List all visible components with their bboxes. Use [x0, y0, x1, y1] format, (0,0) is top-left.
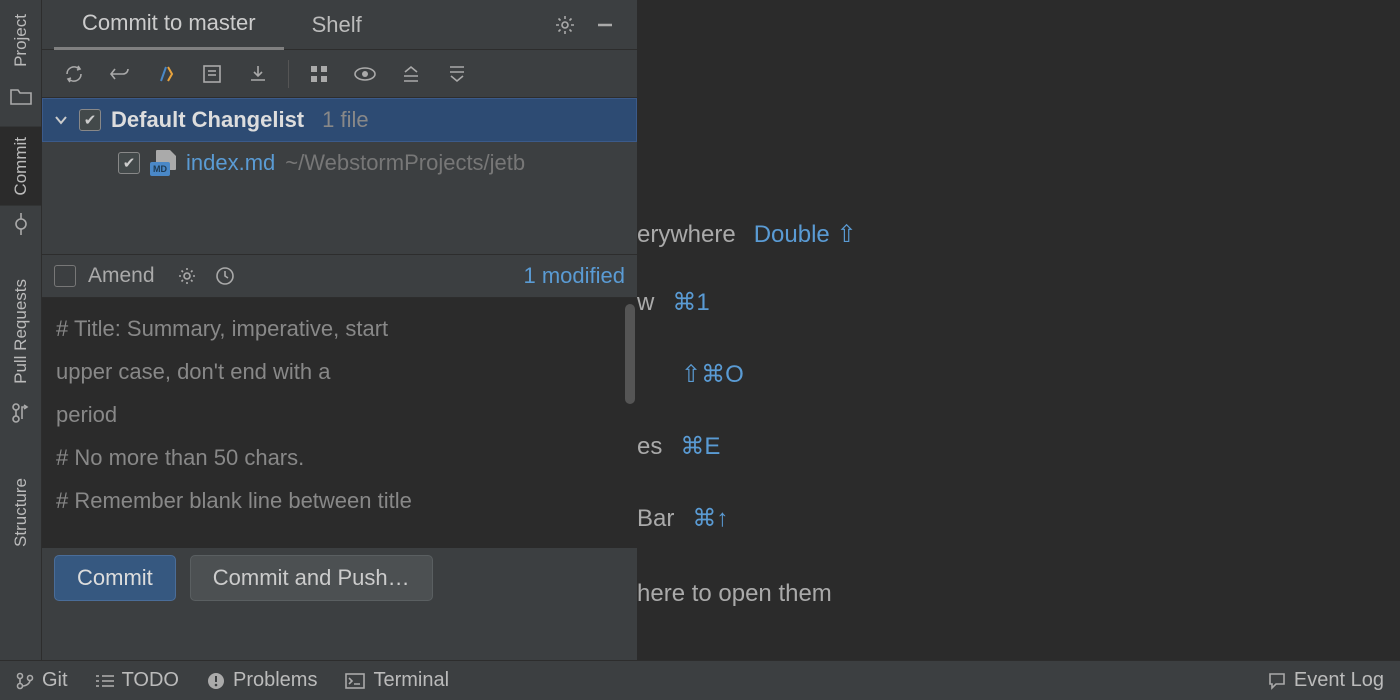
editor-welcome-area: erywhere Double ⇧ w ⌘1 ⇧⌘O es ⌘E Bar ⌘↑ … [637, 0, 1400, 660]
list-icon [96, 674, 114, 688]
group-by-icon[interactable] [297, 56, 341, 92]
commit-toolbar [42, 50, 637, 98]
event-log-status-item[interactable]: Event Log [1268, 669, 1384, 692]
warning-icon [207, 672, 225, 690]
diff-icon[interactable] [144, 56, 188, 92]
commit-tool-window: Commit to master Shelf Default Changelis… [42, 0, 637, 660]
changed-file-row[interactable]: MD index.md ~/WebstormProjects/jetb [42, 142, 637, 184]
commit-panel-tabs: Commit to master Shelf [42, 0, 637, 50]
commit-button[interactable]: Commit [54, 555, 176, 601]
changelist-title: Default Changelist [111, 107, 304, 133]
markdown-file-icon: MD [150, 150, 176, 176]
tab-commit-to-branch[interactable]: Commit to master [54, 0, 284, 50]
shortcut-hint: ⌘E [680, 432, 720, 461]
commit-message-input[interactable]: # Title: Summary, imperative, start uppe… [42, 298, 637, 548]
changelist-icon[interactable] [190, 56, 234, 92]
git-status-item[interactable]: Git [16, 669, 68, 692]
amend-checkbox[interactable] [54, 265, 76, 287]
welcome-hint-text: erywhere [637, 221, 736, 249]
amend-row: Amend 1 modified [42, 254, 637, 298]
welcome-hint-text: es [637, 433, 662, 461]
shelve-icon[interactable] [236, 56, 280, 92]
changelist-file-count: 1 file [322, 107, 368, 133]
changelist-checkbox[interactable] [79, 109, 101, 131]
shortcut-hint: ⇧⌘O [681, 360, 744, 389]
structure-tab[interactable]: Structure [0, 468, 42, 557]
commit-tab[interactable]: Commit [0, 127, 42, 206]
welcome-hint-text: Bar [637, 505, 674, 533]
minimize-icon[interactable] [591, 11, 619, 39]
terminal-icon [345, 673, 365, 689]
speech-bubble-icon [1268, 672, 1286, 690]
file-path: ~/WebstormProjects/jetb [285, 150, 525, 176]
scrollbar-thumb[interactable] [625, 304, 635, 404]
git-branch-icon [16, 672, 34, 690]
commit-options-gear-icon[interactable] [175, 264, 199, 288]
project-folder-icon[interactable] [0, 77, 42, 115]
terminal-status-item[interactable]: Terminal [345, 669, 449, 692]
commit-buttons-row: Commit Commit and Push… [42, 548, 637, 608]
file-name: index.md [186, 150, 275, 176]
chevron-down-icon[interactable] [53, 112, 69, 128]
commit-and-push-button[interactable]: Commit and Push… [190, 555, 433, 601]
commit-message-history-icon[interactable] [213, 264, 237, 288]
shortcut-hint: ⌘1 [672, 288, 709, 317]
todo-status-item[interactable]: TODO [96, 669, 179, 692]
welcome-hint-text: here to open them [637, 580, 832, 608]
settings-gear-icon[interactable] [551, 11, 579, 39]
project-tab[interactable]: Project [0, 4, 42, 77]
modified-count[interactable]: 1 modified [523, 263, 625, 289]
commit-icon[interactable] [0, 205, 42, 243]
status-bar: Git TODO Problems Terminal Event Log [0, 660, 1400, 700]
collapse-all-icon[interactable] [435, 56, 479, 92]
expand-all-icon[interactable] [389, 56, 433, 92]
left-tool-strip: Project Commit Pull Requests Structure [0, 0, 42, 660]
problems-status-item[interactable]: Problems [207, 669, 317, 692]
changelist-row[interactable]: Default Changelist 1 file [42, 98, 637, 142]
amend-label: Amend [88, 264, 155, 288]
tab-shelf[interactable]: Shelf [284, 0, 390, 50]
pull-requests-icon[interactable] [0, 394, 42, 432]
file-checkbox[interactable] [118, 152, 140, 174]
shortcut-hint: Double ⇧ [754, 220, 857, 249]
pull-requests-tab[interactable]: Pull Requests [0, 269, 42, 394]
rollback-icon[interactable] [98, 56, 142, 92]
shortcut-hint: ⌘↑ [692, 504, 728, 533]
refresh-icon[interactable] [52, 56, 96, 92]
welcome-hint-text: w [637, 289, 654, 317]
preview-diff-icon[interactable] [343, 56, 387, 92]
